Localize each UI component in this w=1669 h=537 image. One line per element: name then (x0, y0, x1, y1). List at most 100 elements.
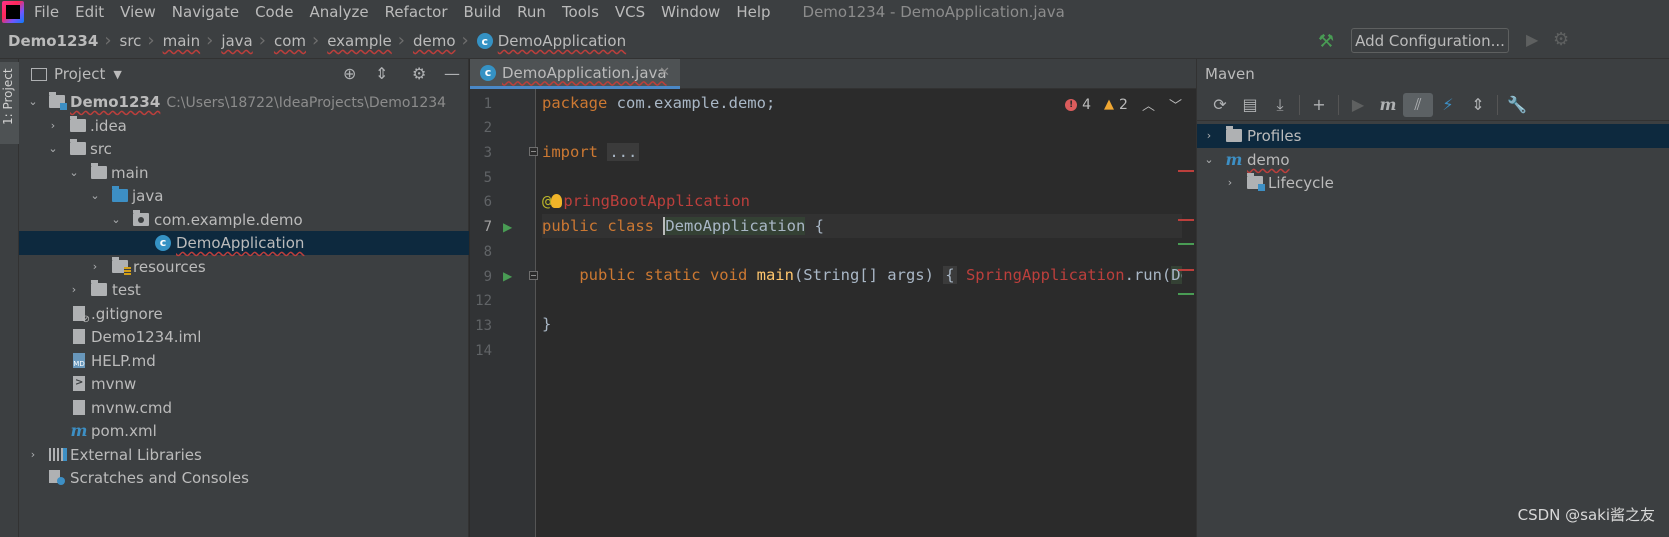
project-panel-title[interactable]: Project (54, 65, 105, 83)
info-stripe-marker[interactable] (1178, 243, 1194, 245)
breadcrumb-java[interactable]: java (221, 32, 252, 50)
error-stripe-marker[interactable] (1178, 170, 1194, 172)
collapse-all-icon[interactable]: ⇕ (1463, 95, 1493, 114)
breadcrumb-main[interactable]: main (163, 32, 200, 50)
tree-item-external-libraries[interactable]: › External Libraries (19, 443, 469, 467)
close-icon[interactable]: ✕ (659, 65, 670, 80)
editor-tab-demo-application[interactable]: c DemoApplication.java ✕ (470, 59, 680, 89)
maven-tree-item-demo[interactable]: ⌄ m demo (1197, 148, 1669, 172)
menu-analyze[interactable]: Analyze (309, 3, 368, 21)
debug-gear-icon[interactable]: ⚙ (1553, 29, 1569, 50)
inspection-widget[interactable]: ! 4 ▲ 2 ︿ ﹀ (1065, 95, 1182, 114)
tree-item-label: .idea (90, 116, 127, 135)
breadcrumb-demo[interactable]: demo (413, 32, 456, 50)
watermark: CSDN @saki酱之友 (1517, 506, 1655, 524)
menu-view[interactable]: View (120, 3, 156, 21)
chevron-right-icon[interactable]: › (68, 283, 80, 296)
download-icon[interactable]: ⤓ (1265, 95, 1295, 115)
breadcrumb-example[interactable]: example (327, 32, 392, 50)
breadcrumb-src[interactable]: src (120, 32, 142, 50)
breadcrumb-project[interactable]: Demo1234 (8, 32, 98, 50)
minimize-icon[interactable]: — (444, 64, 460, 83)
collapse-all-icon[interactable]: ⇕ (375, 64, 388, 83)
tree-item-project-root[interactable]: ⌄ Demo1234 C:\Users\18722\IdeaProjects\De… (19, 90, 469, 114)
tree-item-pom[interactable]: m pom.xml (19, 419, 469, 443)
tree-item-java[interactable]: ⌄ java (19, 184, 469, 208)
tree-item-main[interactable]: ⌄ main (19, 161, 469, 185)
wrench-icon[interactable]: 🔧 (1502, 95, 1532, 114)
toolbar-separator (1299, 94, 1300, 115)
menu-help[interactable]: Help (736, 3, 770, 21)
folded-imports[interactable]: ... (607, 143, 640, 161)
locate-crosshair-icon[interactable]: ⊕ (343, 64, 356, 83)
execute-maven-goal-icon[interactable]: m (1373, 95, 1403, 114)
menu-refactor[interactable]: Refactor (385, 3, 448, 21)
code-editor: c DemoApplication.java ✕ 1 2 3 5 6 7 8 9… (470, 59, 1196, 537)
breadcrumb-com[interactable]: com (274, 32, 306, 50)
chevron-right-icon: › (397, 30, 405, 51)
chevron-down-icon[interactable]: ⌄ (68, 166, 80, 179)
gear-icon[interactable]: ⚙ (412, 64, 426, 83)
fold-toggle-icon[interactable] (529, 147, 538, 156)
tree-item-idea[interactable]: › .idea (19, 114, 469, 138)
chevron-right-icon[interactable]: › (1203, 129, 1215, 142)
tree-item-src[interactable]: ⌄ src (19, 137, 469, 161)
error-stripe-marker[interactable] (1178, 269, 1194, 271)
add-icon[interactable]: + (1304, 95, 1334, 114)
tree-item-iml[interactable]: Demo1234.iml (19, 325, 469, 349)
tree-item-demo-application[interactable]: c DemoApplication (19, 231, 469, 255)
menu-file[interactable]: File (34, 3, 59, 21)
tree-item-help-md[interactable]: MD HELP.md (19, 349, 469, 373)
menu-edit[interactable]: Edit (75, 3, 104, 21)
chevron-right-icon[interactable]: › (27, 448, 39, 461)
add-configuration-button[interactable]: Add Configuration... (1351, 28, 1509, 53)
menu-build[interactable]: Build (464, 3, 502, 21)
chevron-down-icon[interactable]: ⌄ (89, 189, 101, 202)
generate-sources-icon[interactable]: ▤ (1235, 95, 1265, 114)
lightbulb-icon[interactable] (551, 194, 563, 208)
chevron-down-icon[interactable]: ⌄ (27, 95, 39, 108)
toggle-offline-icon[interactable]: ⫽ (1403, 92, 1433, 117)
chevron-down-icon[interactable]: ﹀ (1169, 95, 1182, 114)
chevron-up-icon[interactable]: ︿ (1142, 95, 1155, 114)
run-gutter-icon[interactable]: ▶ (503, 220, 512, 234)
reload-icon[interactable]: ⟳ (1205, 95, 1235, 114)
build-hammer-icon[interactable]: ⚒ (1318, 31, 1334, 52)
tree-item-package[interactable]: ⌄ com.example.demo (19, 208, 469, 232)
folded-body[interactable]: { (943, 266, 957, 284)
menu-run[interactable]: Run (517, 3, 546, 21)
run-icon[interactable]: ▶ (1526, 30, 1538, 49)
run-gutter-icon[interactable]: ▶ (503, 269, 512, 283)
code-token: public class (542, 217, 664, 235)
menu-tools[interactable]: Tools (562, 3, 599, 21)
chevron-down-icon[interactable]: ⌄ (110, 213, 122, 226)
fold-toggle-icon[interactable] (529, 271, 538, 280)
code-line: } (542, 312, 551, 336)
chevron-right-icon[interactable]: › (47, 119, 59, 132)
menu-navigate[interactable]: Navigate (172, 3, 239, 21)
chevron-right-icon: › (461, 30, 469, 51)
maven-tree-item-lifecycle[interactable]: › Lifecycle (1197, 171, 1669, 195)
tree-item-mvnw[interactable]: mvnw (19, 372, 469, 396)
error-stripe-marker[interactable] (1178, 219, 1194, 221)
folder-icon (69, 139, 87, 157)
chevron-down-icon[interactable]: ⌄ (47, 142, 59, 155)
tree-item-gitignore[interactable]: .gitignore (19, 302, 469, 326)
menu-code[interactable]: Code (255, 3, 293, 21)
chevron-right-icon[interactable]: › (89, 260, 101, 273)
menu-vcs[interactable]: VCS (615, 3, 645, 21)
chevron-right-icon[interactable]: › (1224, 176, 1236, 189)
chevron-down-icon[interactable]: ▼ (113, 68, 121, 81)
tree-item-mvnw-cmd[interactable]: mvnw.cmd (19, 396, 469, 420)
maven-tree-item-profiles[interactable]: › Profiles (1197, 124, 1669, 148)
code-area[interactable]: package com.example.demo; import ... @ pr… (542, 89, 1182, 537)
info-stripe-marker[interactable] (1178, 293, 1194, 295)
menu-window[interactable]: Window (661, 3, 720, 21)
tree-item-test[interactable]: › test (19, 278, 469, 302)
chevron-down-icon[interactable]: ⌄ (1203, 153, 1215, 166)
tree-item-scratches[interactable]: Scratches and Consoles (19, 466, 469, 490)
run-icon[interactable]: ▶ (1343, 95, 1373, 114)
skip-tests-icon[interactable]: ⚡ (1433, 95, 1463, 114)
breadcrumb-class[interactable]: c DemoApplication (476, 32, 626, 50)
tree-item-resources[interactable]: › resources (19, 255, 469, 279)
